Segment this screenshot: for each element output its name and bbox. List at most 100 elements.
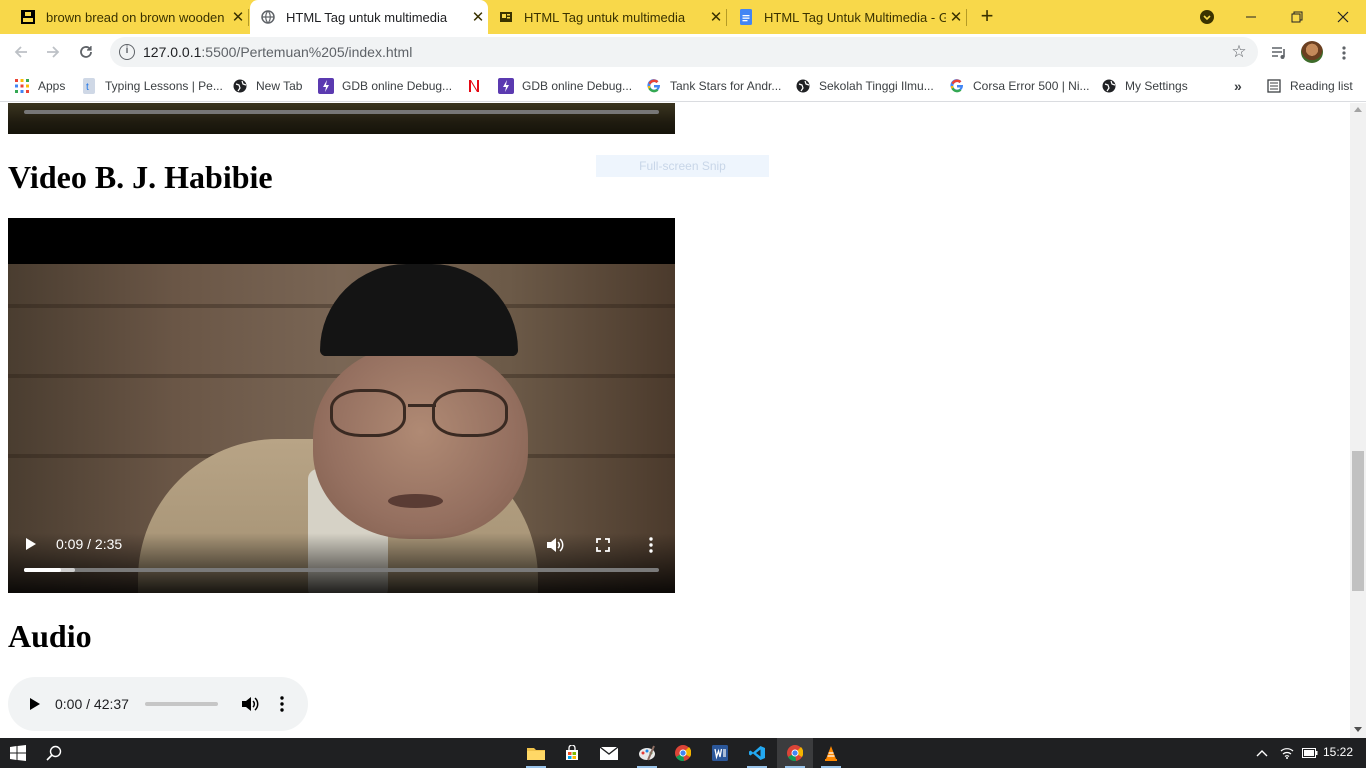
bookmark-gdb-1[interactable]: GDB online Debug... — [318, 76, 452, 96]
fullscreen-icon[interactable] — [593, 536, 613, 554]
minimize-button[interactable] — [1228, 0, 1274, 34]
page-viewport: Video B. J. Habibie Full-screen Snip 0:0… — [0, 103, 1350, 738]
page-scrollbar[interactable] — [1350, 103, 1366, 738]
audio-time: 0:00 / 42:37 — [55, 696, 129, 712]
scrollbar-thumb[interactable] — [1352, 451, 1364, 591]
paint-icon[interactable] — [629, 738, 665, 768]
audio-heading: Audio — [8, 618, 92, 654]
bookmark-label: Sekolah Tinggi Ilmu... — [819, 79, 934, 93]
bookmark-corsa-error[interactable]: Corsa Error 500 | Ni... — [949, 76, 1089, 96]
chrome-icon[interactable] — [665, 738, 701, 768]
forward-button[interactable] — [39, 38, 67, 66]
close-tab-icon[interactable]: ✕ — [228, 7, 248, 27]
bookmark-apps[interactable]: Apps — [14, 76, 65, 96]
bookmark-label: Corsa Error 500 | Ni... — [973, 79, 1090, 93]
close-tab-icon[interactable]: ✕ — [468, 7, 488, 27]
volume-icon[interactable] — [545, 536, 565, 554]
unsplash-icon — [20, 9, 36, 25]
word-icon[interactable] — [702, 738, 738, 768]
video-progress-bar[interactable] — [24, 568, 659, 572]
audio-player[interactable]: 0:00 / 42:37 — [8, 677, 308, 731]
bookmark-sekolah-tinggi[interactable]: Sekolah Tinggi Ilmu... — [795, 76, 934, 96]
svg-text:t: t — [86, 82, 89, 93]
vscode-icon[interactable] — [739, 738, 775, 768]
tab-google-docs[interactable]: HTML Tag Untuk Multimedia - G ✕ — [728, 0, 967, 34]
windows-start-icon[interactable] — [0, 738, 36, 768]
bookmark-label: GDB online Debug... — [342, 79, 453, 93]
chrome-menu-icon[interactable] — [1333, 42, 1355, 64]
scroll-up-arrow-icon[interactable] — [1354, 107, 1362, 112]
tab-title: brown bread on brown wooden t — [46, 9, 228, 25]
bookmark-new-tab[interactable]: New Tab — [232, 76, 302, 96]
habibie-video-player[interactable]: 0:09 / 2:35 — [8, 218, 675, 593]
tab-html-tag-multimedia-2[interactable]: HTML Tag untuk multimedia ✕ — [488, 0, 727, 34]
search-icon[interactable] — [36, 738, 72, 768]
previous-video-progress[interactable] — [24, 110, 659, 114]
more-bookmarks-chevron-icon[interactable]: » — [1234, 76, 1242, 96]
tab-brown-bread[interactable]: brown bread on brown wooden t ✕ — [10, 0, 249, 34]
site-info-icon[interactable]: i — [119, 44, 135, 60]
globe-icon — [260, 9, 276, 25]
reading-list-button[interactable]: Reading list — [1266, 76, 1353, 96]
mail-icon[interactable] — [591, 738, 627, 768]
tab-html-tag-multimedia-active[interactable]: HTML Tag untuk multimedia ✕ — [250, 0, 488, 34]
chrome-active-icon[interactable] — [777, 738, 813, 768]
show-hidden-icons-chevron-icon[interactable] — [1254, 745, 1270, 761]
docs-icon — [738, 9, 754, 25]
apps-grid-icon — [14, 78, 30, 94]
bookmark-netflix[interactable] — [466, 76, 490, 96]
close-tab-icon[interactable]: ✕ — [946, 7, 966, 27]
file-explorer-icon[interactable] — [518, 738, 554, 768]
gdb-icon — [318, 78, 334, 94]
vlc-icon[interactable] — [813, 738, 849, 768]
tab-strip: brown bread on brown wooden t ✕ HTML Tag… — [0, 0, 1366, 34]
full-screen-snip-overlay: Full-screen Snip — [596, 155, 769, 177]
bookmark-gdb-2[interactable]: GDB online Debug... — [498, 76, 632, 96]
video-heading: Video B. J. Habibie — [8, 159, 273, 195]
globe-icon — [232, 78, 248, 94]
reading-list-label: Reading list — [1290, 79, 1353, 93]
scroll-down-arrow-icon[interactable] — [1354, 727, 1362, 732]
tab-title: HTML Tag untuk multimedia — [524, 9, 686, 25]
bookmark-label: Apps — [38, 79, 66, 93]
video-time: 0:09 / 2:35 — [56, 536, 123, 552]
video-more-options-icon[interactable] — [641, 536, 661, 554]
video-play-icon[interactable] — [26, 538, 36, 550]
bookmark-label: Typing Lessons | Pe... — [105, 79, 223, 93]
close-window-button[interactable] — [1320, 0, 1366, 34]
typing-icon: t — [81, 78, 97, 94]
new-tab-button[interactable]: + — [975, 5, 999, 29]
tab-search-button[interactable] — [1184, 0, 1230, 34]
bookmark-label: New Tab — [256, 79, 303, 93]
gdb-icon — [498, 78, 514, 94]
bookmark-tank-stars[interactable]: Tank Stars for Andr... — [646, 76, 781, 96]
globe-icon — [795, 78, 811, 94]
browser-toolbar: i 127.0.0.1:5500/Pertemuan%205/index.htm… — [0, 34, 1366, 70]
bookmark-star-icon[interactable]: ☆ — [1228, 42, 1250, 62]
media-control-icon[interactable] — [1268, 42, 1290, 64]
reload-button[interactable] — [72, 38, 100, 66]
audio-play-icon[interactable] — [30, 698, 40, 710]
store-icon[interactable] — [554, 738, 590, 768]
url-text: 127.0.0.1:5500/Pertemuan%205/index.html — [143, 44, 413, 60]
tab-title: HTML Tag untuk multimedia — [286, 9, 448, 25]
address-bar[interactable]: i 127.0.0.1:5500/Pertemuan%205/index.htm… — [110, 37, 1258, 67]
close-tab-icon[interactable]: ✕ — [706, 7, 726, 27]
profile-avatar[interactable] — [1301, 41, 1323, 63]
windows-taskbar: 15:22 — [0, 738, 1366, 768]
bookmark-label: GDB online Debug... — [522, 79, 633, 93]
audio-progress-bar[interactable] — [145, 702, 218, 706]
tab-title: HTML Tag Untuk Multimedia - G — [764, 9, 946, 25]
previous-video-player[interactable] — [8, 103, 675, 134]
audio-more-options-icon[interactable] — [272, 694, 292, 714]
bookmark-my-settings[interactable]: My Settings — [1101, 76, 1188, 96]
google-icon — [646, 78, 662, 94]
netflix-icon — [466, 78, 482, 94]
bookmark-typing-lessons[interactable]: t Typing Lessons | Pe... — [81, 76, 223, 96]
wifi-icon[interactable] — [1279, 745, 1295, 761]
restore-button[interactable] — [1274, 0, 1320, 34]
battery-icon[interactable] — [1302, 745, 1318, 761]
audio-volume-icon[interactable] — [240, 694, 260, 714]
taskbar-clock[interactable]: 15:22 — [1323, 745, 1353, 759]
back-button[interactable] — [7, 38, 35, 66]
